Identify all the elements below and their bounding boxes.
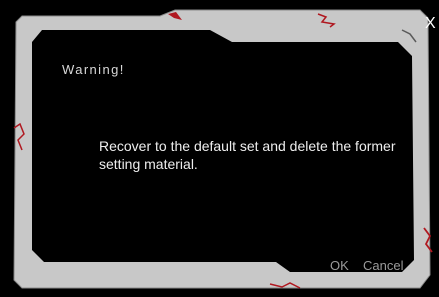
ok-button[interactable]: OK bbox=[330, 258, 349, 273]
warning-dialog: X Warning! Recover to the default set an… bbox=[0, 0, 439, 297]
dialog-title: Warning! bbox=[62, 62, 125, 77]
warning-message: Recover to the default set and delete th… bbox=[99, 138, 396, 172]
close-button[interactable]: X bbox=[425, 16, 439, 32]
cancel-button[interactable]: Cancel bbox=[363, 258, 403, 273]
